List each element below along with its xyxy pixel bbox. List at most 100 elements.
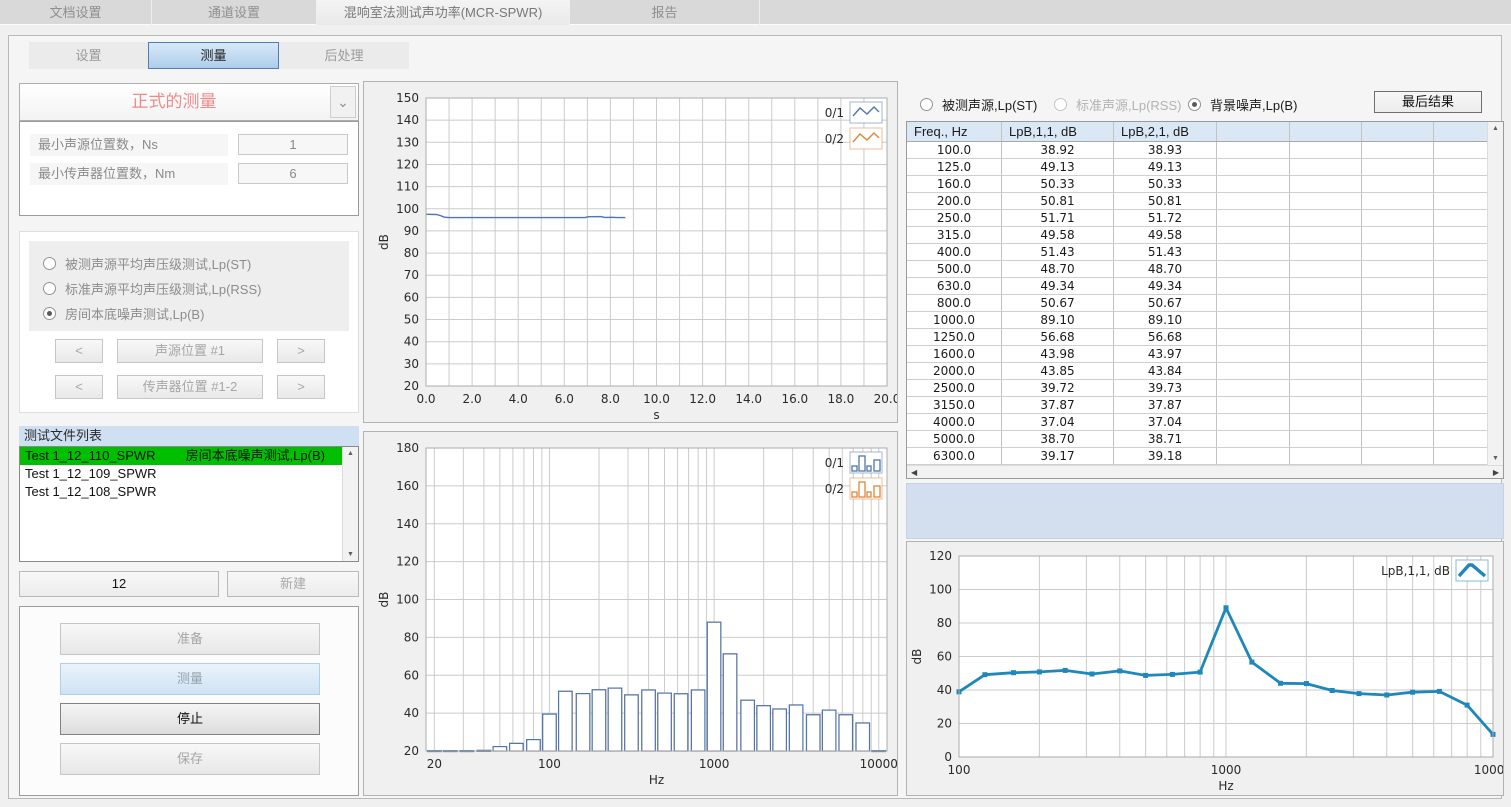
main-tab-3[interactable]: 混响室法测试声功率(MCR-SPWR) [317,0,570,25]
action-button-disabled-4[interactable]: 保存 [60,743,320,775]
test-type-radio-3[interactable]: 房间本底噪声测试,Lp(B) [43,301,349,326]
param-input[interactable]: 6 [238,163,348,184]
action-button-disabled-1[interactable]: 准备 [60,623,320,655]
table-row[interactable]: 1250.056.6856.68 [907,329,1503,346]
cell [1434,448,1489,465]
action-button-highlight-2[interactable]: 测量 [60,663,320,695]
svg-text:8.0: 8.0 [601,392,620,406]
table-row[interactable]: 1000.089.1089.10 [907,312,1503,329]
table-row[interactable]: 3150.037.8737.87 [907,397,1503,414]
test-type-radio-2[interactable]: 标准声源平均声压级测试,Lp(RSS) [43,276,349,301]
cell [1217,193,1290,210]
cell [1290,176,1362,193]
cell: 38.71 [1114,431,1217,448]
cell [1217,414,1290,431]
scroll-up-icon[interactable]: ▲ [1492,125,1499,132]
svg-text:30: 30 [404,357,419,371]
test-type-box: 被测声源平均声压级测试,Lp(ST)标准声源平均声压级测试,Lp(RSS)房间本… [19,231,359,413]
result-mode-radio-1[interactable]: 被测声源,Lp(ST) [920,93,1037,115]
cell [1362,414,1434,431]
result-mode-radio-3[interactable]: 背景噪声,Lp(B) [1188,93,1297,115]
svg-text:20: 20 [404,379,419,393]
file-count-row: 12 新建 [19,571,359,597]
svg-text:110: 110 [396,180,419,194]
radio-label: 标准声源,Lp(RSS) [1076,95,1181,114]
main-tab-1[interactable]: 文档设置 [0,0,152,25]
scroll-down-icon[interactable]: ▼ [347,551,354,558]
list-item[interactable]: Test 1_12_109_SPWR [20,465,358,483]
table-vscrollbar[interactable]: ▲▼ [1487,122,1503,465]
table-row[interactable]: 250.051.7151.72 [907,210,1503,227]
param-input[interactable]: 1 [238,134,348,155]
table-row[interactable]: 5000.038.7038.71 [907,431,1503,448]
table-row[interactable]: 2000.043.8543.84 [907,363,1503,380]
action-button-box: 准备测量停止保存 [19,606,359,796]
svg-text:2.0: 2.0 [463,392,482,406]
sub-tab-1[interactable]: 设置 [29,42,148,69]
new-file-button[interactable]: 新建 [227,571,359,597]
table-row[interactable]: 4000.037.0437.04 [907,414,1503,431]
chevron-down-icon[interactable]: ⌄ [330,86,356,118]
cell [1217,346,1290,363]
table-row[interactable]: 6300.039.1739.18 [907,448,1503,465]
table-row[interactable]: 2500.039.7239.73 [907,380,1503,397]
table-row[interactable]: 100.038.9238.93 [907,142,1503,159]
param-row: 最小声源位置数，Ns 1 [30,134,348,156]
cell [1434,159,1489,176]
final-result-button[interactable]: 最后结果 [1374,91,1482,113]
cell: 39.72 [1002,380,1114,397]
test-type-radio-1[interactable]: 被测声源平均声压级测试,Lp(ST) [43,251,349,276]
table-row[interactable]: 500.048.7048.70 [907,261,1503,278]
table-row[interactable]: 800.050.6750.67 [907,295,1503,312]
sub-tab-2[interactable]: 测量 [148,42,279,69]
cell [1290,414,1362,431]
scroll-down-icon[interactable]: ▼ [1492,455,1499,462]
cell [1434,227,1489,244]
table-row[interactable]: 400.051.4351.43 [907,244,1503,261]
next-button[interactable]: > [277,339,325,363]
table-row[interactable]: 125.049.1349.13 [907,159,1503,176]
action-button-enabled-3[interactable]: 停止 [60,703,320,735]
prev-button[interactable]: < [55,339,103,363]
svg-text:100: 100 [538,757,561,771]
cell [1362,363,1434,380]
cell: 49.34 [1114,278,1217,295]
cell [1290,380,1362,397]
position-label-button[interactable]: 传声器位置 #1-2 [117,375,263,399]
result-mode-radio-2[interactable]: 标准声源,Lp(RSS) [1054,93,1181,115]
sub-tab-3[interactable]: 后处理 [279,42,409,69]
cell: 1250.0 [907,329,1002,346]
table-row[interactable]: 160.050.3350.33 [907,176,1503,193]
cell: 500.0 [907,261,1002,278]
svg-text:20: 20 [937,717,952,731]
main-tab-4[interactable]: 报告 [570,0,760,25]
cell: 50.67 [1002,295,1114,312]
file-counter-button[interactable]: 12 [19,571,219,597]
list-scrollbar[interactable]: ▲▼ [342,447,358,561]
cell: 1000.0 [907,312,1002,329]
position-label-button[interactable]: 声源位置 #1 [117,339,263,363]
scroll-left-icon[interactable]: ◀ [911,468,917,477]
main-tab-2[interactable]: 通道设置 [152,0,317,25]
list-item[interactable]: Test 1_12_110_SPWR房间本底噪声测试,Lp(B) [20,447,358,465]
scroll-right-icon[interactable]: ▶ [1493,468,1499,477]
radio-label: 背景噪声,Lp(B) [1210,95,1297,114]
next-button[interactable]: > [277,375,325,399]
table-hscrollbar[interactable]: ◀▶ [907,465,1503,478]
param-label: 最小声源位置数，Ns [30,134,228,156]
table-row[interactable]: 315.049.5849.58 [907,227,1503,244]
table-row[interactable]: 1600.043.9843.97 [907,346,1503,363]
table-row[interactable]: 200.050.8150.81 [907,193,1503,210]
svg-text:12.0: 12.0 [689,392,716,406]
table-row[interactable]: 630.049.3449.34 [907,278,1503,295]
svg-text:60: 60 [937,650,952,664]
measurement-mode-select[interactable]: 正式的测量 ⌄ [19,83,359,121]
cell [1362,448,1434,465]
cell: 1600.0 [907,346,1002,363]
list-item[interactable]: Test 1_12_108_SPWR [20,483,358,501]
test-file-list[interactable]: Test 1_12_110_SPWR房间本底噪声测试,Lp(B)Test 1_1… [19,446,359,562]
cell [1434,414,1489,431]
cell [1290,312,1362,329]
prev-button[interactable]: < [55,375,103,399]
scroll-up-icon[interactable]: ▲ [347,450,354,457]
